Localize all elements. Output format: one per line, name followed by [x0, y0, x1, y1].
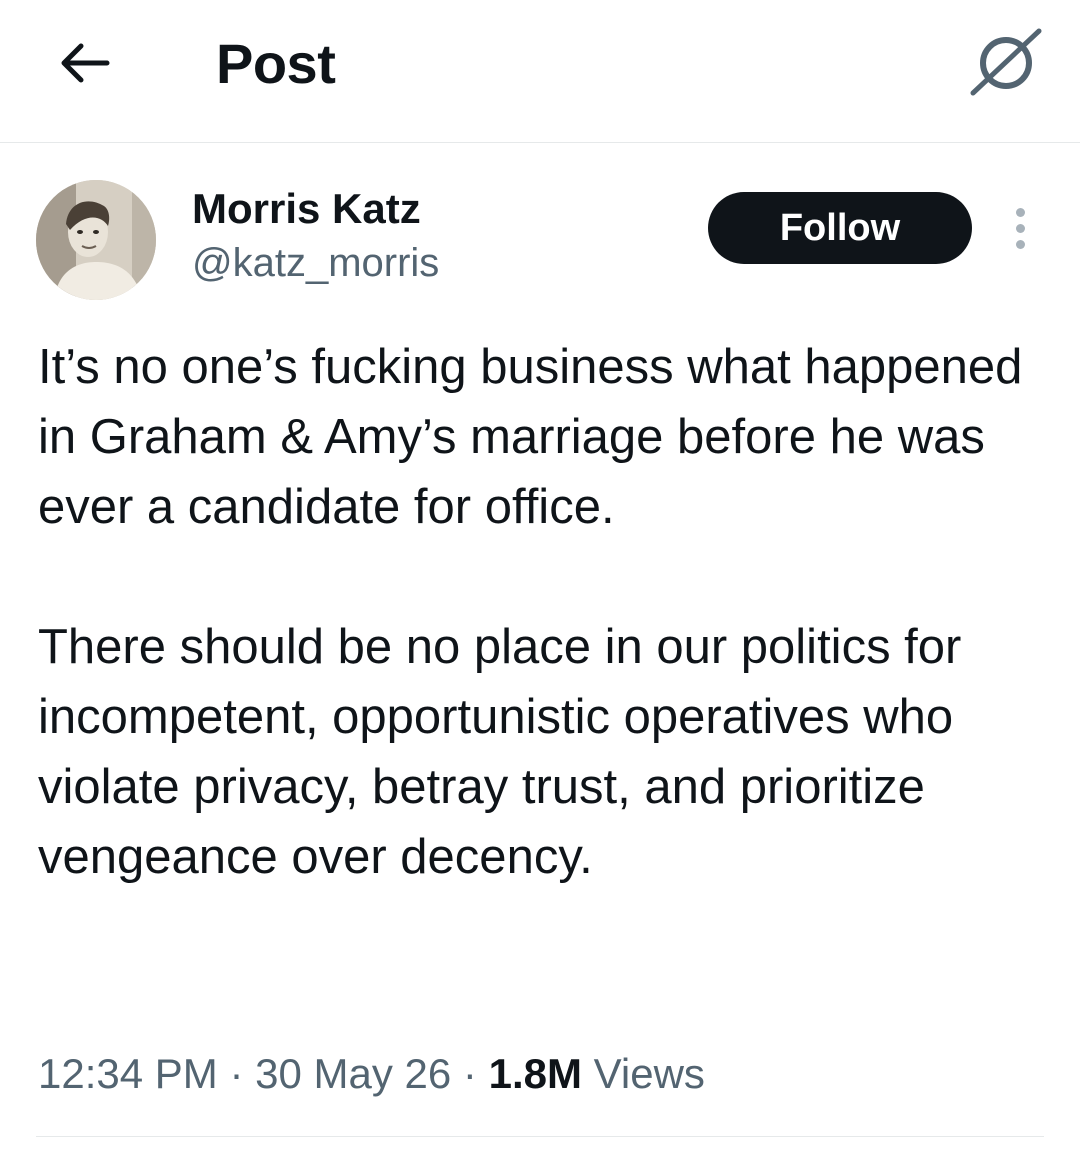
meta-separator: ·	[462, 1050, 477, 1097]
grok-button[interactable]	[966, 26, 1046, 98]
page-title: Post	[216, 32, 336, 95]
post-page: Post Morris Katz @katz_morris Follow It’…	[0, 0, 1080, 1152]
meta-separator: ·	[229, 1050, 244, 1097]
top-bar: Post	[0, 0, 1080, 143]
author-handle[interactable]: @katz_morris	[192, 238, 439, 288]
post-paragraph: It’s no one’s fucking business what happ…	[38, 340, 1023, 534]
follow-button[interactable]: Follow	[708, 192, 972, 264]
divider	[36, 1136, 1044, 1137]
profile-photo	[36, 180, 156, 300]
post-paragraph: There should be no place in our politics…	[38, 620, 962, 884]
more-vertical-icon-dot	[1015, 239, 1025, 249]
author-name[interactable]: Morris Katz	[192, 184, 421, 234]
back-button[interactable]	[52, 34, 116, 92]
views-label: Views	[593, 1050, 705, 1097]
more-vertical-icon	[1015, 207, 1025, 217]
grok-icon	[970, 28, 1042, 96]
more-options-button[interactable]	[1000, 200, 1040, 256]
post-date[interactable]: 30 May 26	[255, 1050, 451, 1097]
avatar[interactable]	[36, 180, 156, 300]
post-time[interactable]: 12:34 PM	[38, 1050, 218, 1097]
post-meta: 12:34 PM · 30 May 26 · 1.8M Views	[38, 1046, 705, 1102]
views-count: 1.8M	[488, 1050, 582, 1097]
more-vertical-icon-dot	[1015, 223, 1025, 233]
post-text: It’s no one’s fucking business what happ…	[38, 332, 1048, 892]
arrow-left-icon	[61, 43, 110, 83]
